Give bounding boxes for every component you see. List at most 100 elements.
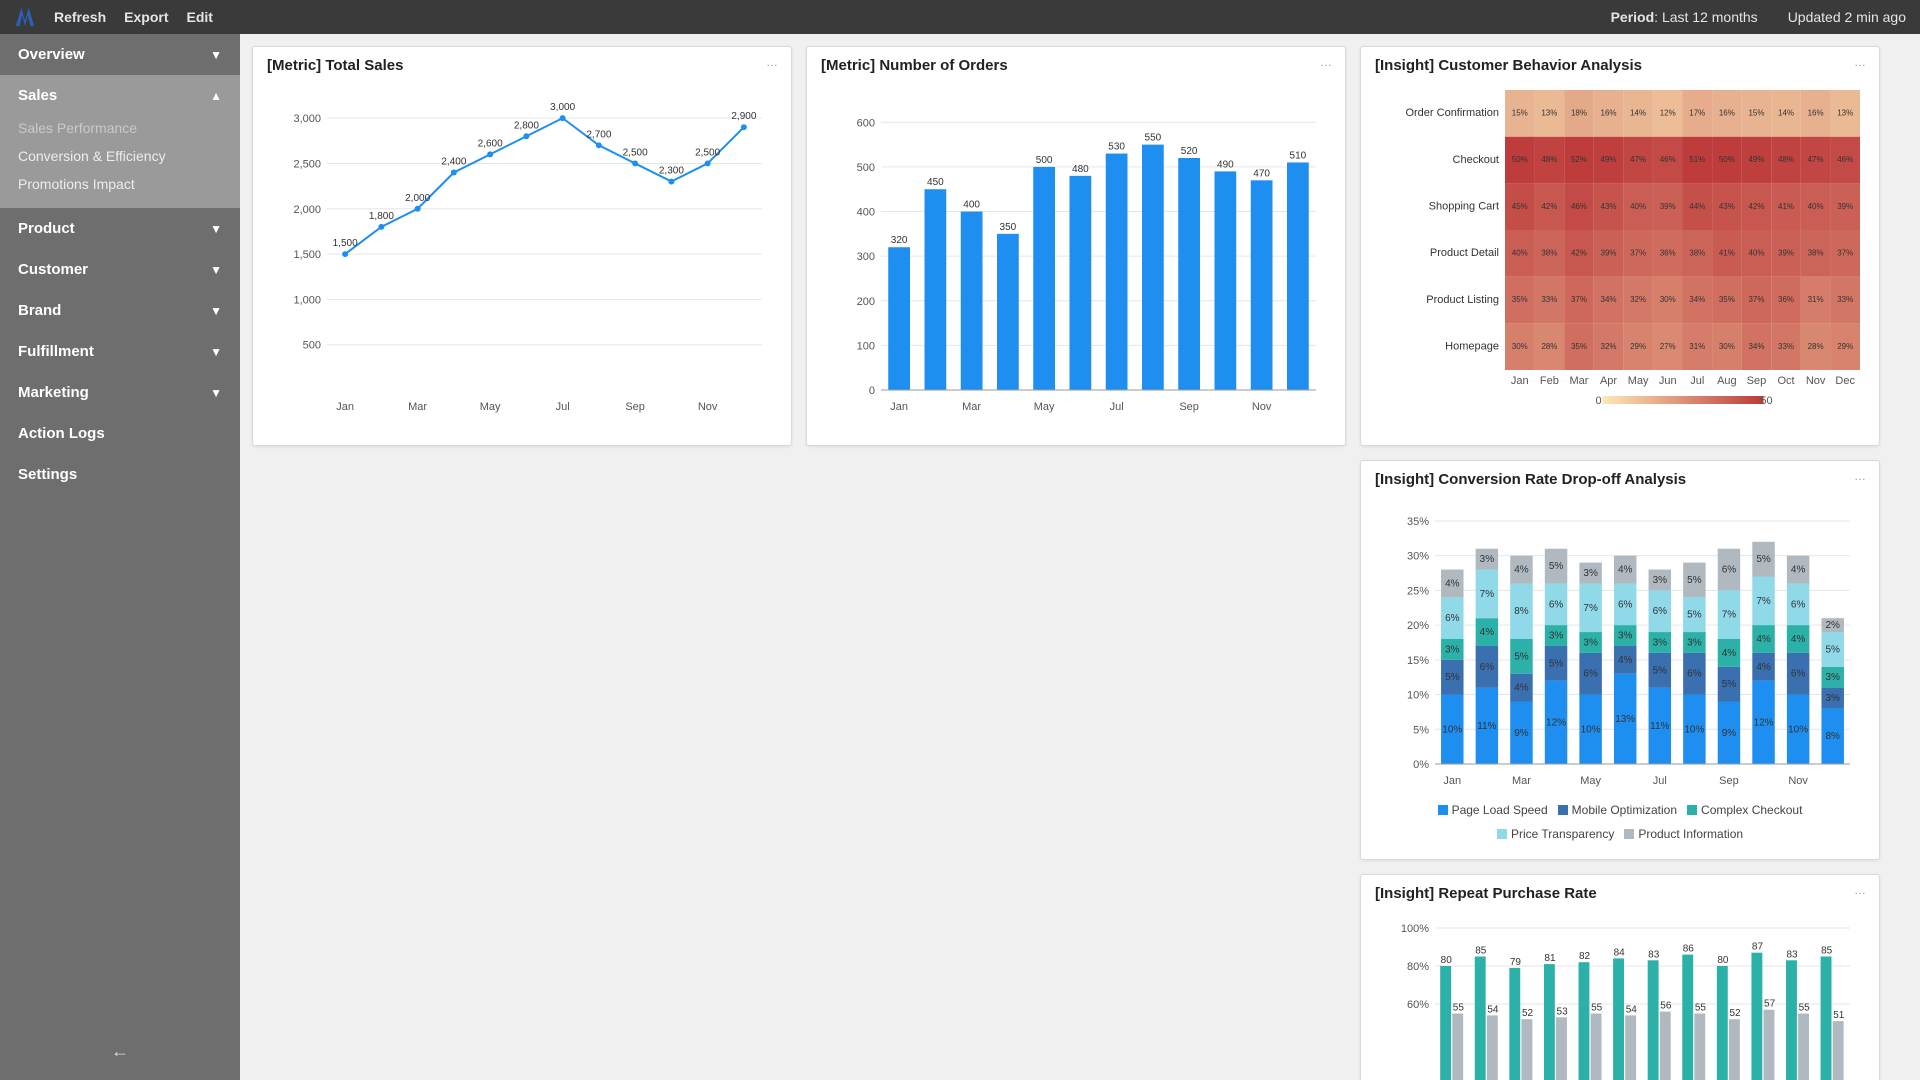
svg-text:350: 350 (1000, 222, 1017, 233)
svg-text:29%: 29% (1630, 342, 1646, 351)
card-behavior: [Insight] Customer Behavior Analysis … H… (1360, 46, 1880, 446)
chart-orders: 0100200300400500600JanMarMayJulSepNov320… (821, 80, 1331, 420)
svg-text:4%: 4% (1791, 634, 1806, 645)
svg-text:43%: 43% (1601, 202, 1617, 211)
svg-text:Homepage: Homepage (1445, 341, 1499, 353)
card-title: [Insight] Repeat Purchase Rate (1375, 885, 1865, 902)
svg-text:3,000: 3,000 (293, 113, 321, 125)
svg-text:41%: 41% (1719, 248, 1735, 257)
svg-text:0: 0 (869, 385, 875, 397)
sidebar-section-overview[interactable]: Overview▼ (0, 34, 240, 75)
svg-text:36%: 36% (1660, 248, 1676, 257)
svg-text:400: 400 (963, 200, 980, 211)
card-total-sales: [Metric] Total Sales … 5001,0001,5002,00… (252, 46, 792, 446)
svg-text:29%: 29% (1837, 342, 1853, 351)
svg-text:530: 530 (1108, 142, 1125, 153)
menu-edit[interactable]: Edit (186, 9, 212, 25)
svg-text:80: 80 (1717, 955, 1729, 966)
sidebar-section-marketing[interactable]: Marketing▼ (0, 372, 240, 413)
svg-text:10%: 10% (1442, 724, 1462, 735)
card-menu-icon[interactable]: … (1854, 883, 1867, 897)
svg-text:3%: 3% (1583, 568, 1598, 579)
svg-text:Jul: Jul (1110, 401, 1124, 413)
sidebar-item-promotions-impact[interactable]: Promotions Impact (0, 170, 240, 198)
svg-text:4%: 4% (1722, 648, 1737, 659)
svg-text:35%: 35% (1571, 342, 1587, 351)
svg-text:6%: 6% (1687, 669, 1702, 680)
svg-text:14%: 14% (1630, 108, 1646, 117)
svg-text:42%: 42% (1541, 202, 1557, 211)
sidebar-section-brand[interactable]: Brand▼ (0, 290, 240, 331)
svg-text:1,800: 1,800 (369, 211, 394, 222)
svg-text:16%: 16% (1808, 108, 1824, 117)
svg-text:46%: 46% (1837, 155, 1853, 164)
svg-text:55: 55 (1799, 1003, 1811, 1014)
chevron-down-icon: ▼ (210, 345, 222, 359)
svg-text:16%: 16% (1719, 108, 1735, 117)
svg-text:6%: 6% (1583, 669, 1598, 680)
svg-text:39%: 39% (1601, 248, 1617, 257)
svg-text:Sep: Sep (1179, 401, 1199, 413)
svg-text:490: 490 (1217, 159, 1234, 170)
content[interactable]: [Metric] Total Sales … 5001,0001,5002,00… (240, 34, 1920, 1080)
legend-item: Product Information (1624, 827, 1743, 841)
menu-export[interactable]: Export (124, 9, 168, 25)
svg-text:4%: 4% (1618, 565, 1633, 576)
sidebar-section-fulfillment[interactable]: Fulfillment▼ (0, 331, 240, 372)
sidebar-section-action-logs[interactable]: Action Logs (0, 413, 240, 454)
legend-dropoff: Page Load SpeedMobile OptimizationComple… (1375, 803, 1865, 841)
svg-text:6%: 6% (1791, 669, 1806, 680)
svg-text:Feb: Feb (1540, 375, 1559, 387)
sidebar-item-sales-performance[interactable]: Sales Performance (0, 114, 240, 142)
card-menu-icon[interactable]: … (1854, 55, 1867, 69)
svg-text:5%: 5% (1687, 575, 1702, 586)
card-menu-icon[interactable]: … (1320, 55, 1333, 69)
card-title: [Insight] Conversion Rate Drop-off Analy… (1375, 471, 1865, 488)
svg-text:17%: 17% (1689, 108, 1705, 117)
svg-text:0: 0 (1595, 395, 1601, 407)
card-menu-icon[interactable]: … (766, 55, 779, 69)
svg-text:50%: 50% (1512, 155, 1528, 164)
card-orders: [Metric] Number of Orders … 010020030040… (806, 46, 1346, 446)
svg-text:400: 400 (857, 207, 875, 219)
svg-text:13%: 13% (1541, 108, 1557, 117)
legend-item: Mobile Optimization (1558, 803, 1677, 817)
svg-text:30%: 30% (1512, 342, 1528, 351)
svg-text:49%: 49% (1601, 155, 1617, 164)
svg-text:2,500: 2,500 (695, 147, 720, 158)
svg-text:3%: 3% (1653, 575, 1668, 586)
sidebar-section-sales[interactable]: Sales▲ (0, 75, 240, 108)
svg-text:34%: 34% (1689, 295, 1705, 304)
svg-text:6%: 6% (1549, 599, 1564, 610)
menu-refresh[interactable]: Refresh (54, 9, 106, 25)
svg-text:9%: 9% (1514, 728, 1529, 739)
svg-text:3%: 3% (1825, 693, 1840, 704)
svg-text:8%: 8% (1825, 731, 1840, 742)
svg-text:4%: 4% (1791, 565, 1806, 576)
svg-text:0%: 0% (1413, 759, 1429, 771)
svg-text:47%: 47% (1808, 155, 1824, 164)
svg-text:Apr: Apr (1600, 375, 1617, 387)
svg-text:7%: 7% (1722, 610, 1737, 621)
svg-text:85: 85 (1475, 946, 1487, 957)
svg-text:7%: 7% (1583, 603, 1598, 614)
sidebar-item-conversion-efficiency[interactable]: Conversion & Efficiency (0, 142, 240, 170)
svg-text:Jan: Jan (1511, 375, 1529, 387)
svg-text:1,500: 1,500 (293, 249, 321, 261)
sidebar-collapse-icon[interactable]: ← (111, 1041, 129, 1062)
svg-text:20%: 20% (1407, 620, 1429, 632)
svg-text:28%: 28% (1541, 342, 1557, 351)
svg-text:54: 54 (1626, 1004, 1638, 1015)
svg-text:84: 84 (1614, 947, 1626, 958)
svg-text:10%: 10% (1684, 724, 1704, 735)
svg-text:2,500: 2,500 (623, 147, 648, 158)
sidebar-section-settings[interactable]: Settings (0, 454, 240, 495)
sidebar-section-product[interactable]: Product▼ (0, 208, 240, 249)
svg-text:35%: 35% (1719, 295, 1735, 304)
svg-text:15%: 15% (1748, 108, 1764, 117)
svg-text:5%: 5% (1514, 651, 1529, 662)
svg-text:Jan: Jan (1443, 775, 1461, 787)
card-menu-icon[interactable]: … (1854, 469, 1867, 483)
chevron-down-icon: ▼ (210, 48, 222, 62)
sidebar-section-customer[interactable]: Customer▼ (0, 249, 240, 290)
